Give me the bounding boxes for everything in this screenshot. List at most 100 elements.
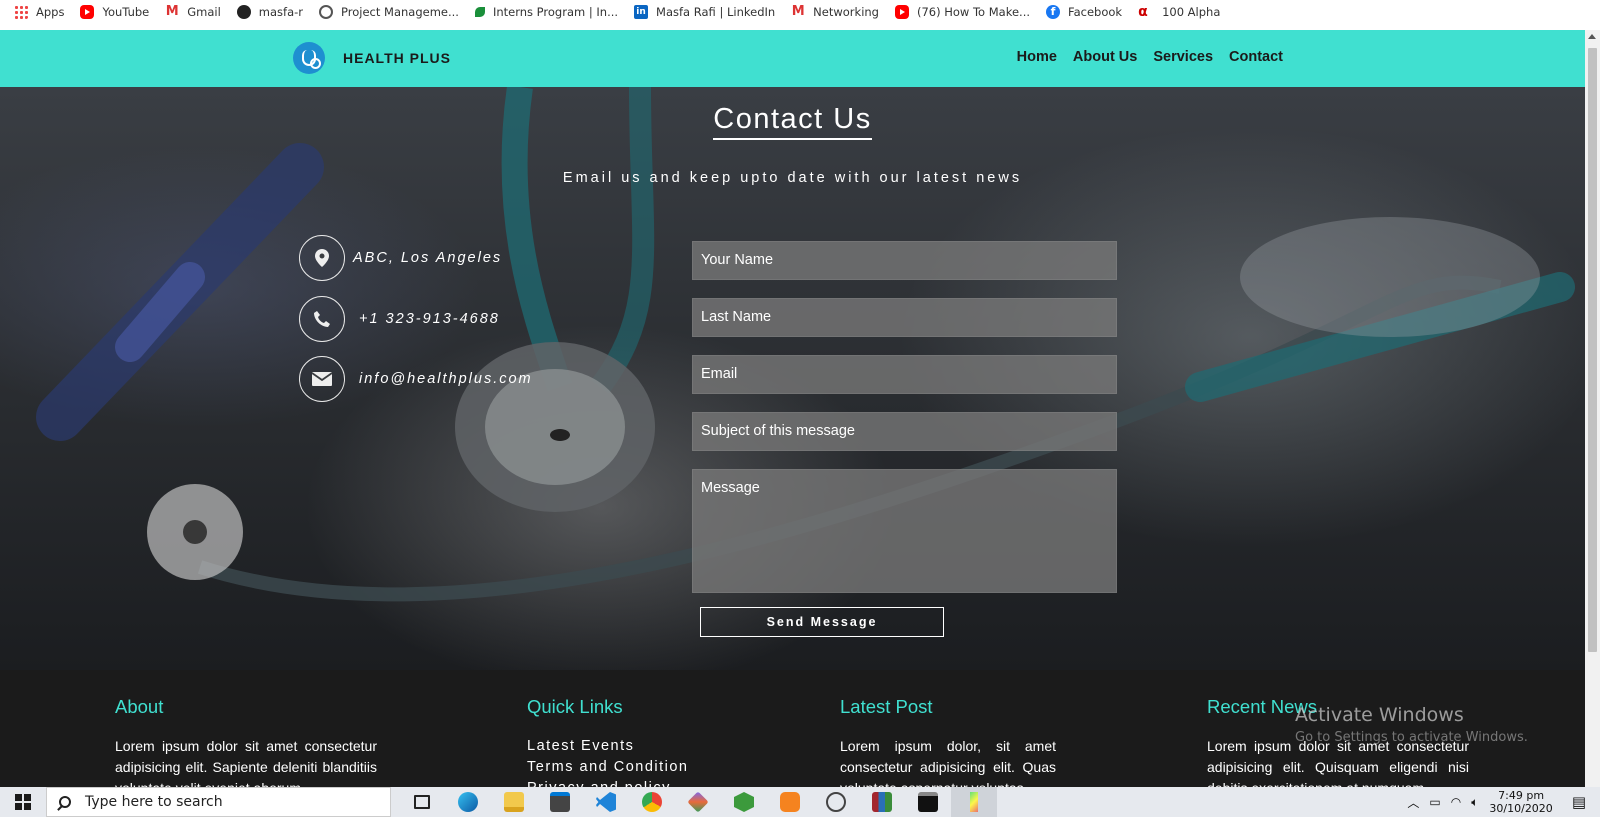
footer-about-text: Lorem ipsum dolor sit amet consectetur a…: [115, 738, 377, 787]
footer-about-heading: About: [115, 696, 164, 717]
notification-icon[interactable]: ▤: [1572, 793, 1586, 811]
vscode-icon[interactable]: [583, 787, 629, 817]
windows-logo-icon: [15, 794, 31, 810]
bookmark-label: Networking: [813, 5, 879, 19]
email-field[interactable]: Email: [692, 355, 1117, 394]
alpha-icon: α: [1138, 4, 1148, 20]
bookmark-github[interactable]: masfa-r: [236, 5, 303, 19]
bookmark-linkedin[interactable]: in Masfa Rafi | LinkedIn: [634, 5, 775, 19]
windows-taskbar: Type here to search ︿ ▭ ◠ 🔈︎ 7:49 pm 30/…: [0, 787, 1600, 817]
contact-heading: Contact Us: [0, 103, 1585, 140]
footer-link-terms[interactable]: Terms and Condition: [527, 757, 767, 778]
contact-title: Contact Us: [713, 103, 872, 140]
footer-link-privacy[interactable]: Privacy and policy: [527, 778, 767, 787]
bookmark-apps[interactable]: Apps: [14, 5, 64, 19]
taskbar-search-box[interactable]: Type here to search: [46, 787, 391, 817]
github-icon: [236, 5, 251, 19]
footer-quick-links: Quick Links Latest Events Terms and Cond…: [527, 696, 767, 787]
bookmarks-bar: Apps YouTube M Gmail masfa-r Project Mana…: [0, 0, 1600, 24]
clock-time: 7:49 pm: [1498, 789, 1545, 802]
taskbar-search-placeholder: Type here to search: [85, 794, 223, 810]
nodejs-icon[interactable]: [721, 787, 767, 817]
send-message-button[interactable]: Send Message: [700, 607, 944, 637]
terminal-icon[interactable]: [905, 787, 951, 817]
footer-latest-post-heading: Latest Post: [840, 696, 933, 717]
bookmark-label: Masfa Rafi | LinkedIn: [656, 5, 776, 19]
nav-link-about-us[interactable]: About Us: [1073, 49, 1137, 65]
last-name-field[interactable]: Last Name: [692, 298, 1117, 337]
apps-grid-icon: [14, 5, 28, 19]
message-textarea[interactable]: Message: [692, 469, 1117, 593]
brand-name[interactable]: HEALTH PLUS: [343, 50, 451, 66]
gmail-icon: M: [165, 4, 179, 19]
bookmark-interns-program[interactable]: Interns Program | In...: [474, 5, 619, 19]
envelope-icon: [299, 356, 345, 402]
bookmark-label: Gmail: [187, 5, 221, 19]
bookmark-networking[interactable]: M Networking: [791, 4, 879, 20]
bookmark-gmail[interactable]: M Gmail: [165, 4, 221, 20]
phone-text: +1 323-913-4688: [359, 311, 500, 327]
activate-windows-watermark: Activate Windows: [1295, 704, 1464, 726]
email-info: info@healthplus.com: [299, 356, 533, 402]
nav-link-services[interactable]: Services: [1153, 49, 1213, 65]
store-icon[interactable]: [537, 787, 583, 817]
footer: About Lorem ipsum dolor sit amet consect…: [0, 670, 1585, 787]
youtube-icon: [894, 5, 909, 19]
bookmark-label: YouTube: [102, 5, 150, 19]
scrollbar-thumb[interactable]: [1588, 48, 1597, 652]
gmail-icon: M: [791, 4, 805, 19]
nav-link-home[interactable]: Home: [1017, 49, 1057, 65]
start-button[interactable]: [0, 787, 46, 817]
edge-icon[interactable]: [445, 787, 491, 817]
clock[interactable]: 7:49 pm 30/10/2020: [1489, 789, 1552, 815]
footer-latest-post-text: Lorem ipsum dolor, sit amet consectetur …: [840, 738, 1056, 787]
obs-icon[interactable]: [813, 787, 859, 817]
bookmark-label: Apps: [36, 5, 65, 19]
activate-windows-hint: Go to Settings to activate Windows.: [1295, 730, 1528, 745]
bookmark-facebook[interactable]: f Facebook: [1046, 5, 1122, 19]
scroll-up-arrow-icon[interactable]: [1588, 34, 1596, 39]
linkedin-icon: in: [634, 5, 649, 19]
contact-section: Contact Us Email us and keep upto date w…: [0, 87, 1585, 670]
bookmark-label: Facebook: [1068, 5, 1123, 19]
taskbar-apps: [399, 787, 997, 817]
footer-about: About Lorem ipsum dolor sit amet consect…: [115, 696, 377, 787]
volume-icon[interactable]: 🔈︎: [1471, 795, 1478, 810]
bookmark-youtube[interactable]: YouTube: [80, 5, 149, 19]
phone-icon: [299, 296, 345, 342]
interns-icon: [474, 7, 485, 17]
file-explorer-icon[interactable]: [491, 787, 537, 817]
system-tray: ︿ ▭ ◠ 🔈︎ 7:49 pm 30/10/2020 ▤: [1402, 787, 1600, 817]
address-info: ABC, Los Angeles: [299, 235, 502, 281]
git-icon[interactable]: [675, 787, 721, 817]
first-name-field[interactable]: Your Name: [692, 241, 1117, 280]
map-marker-icon: [299, 235, 345, 281]
subject-field[interactable]: Subject of this message: [692, 412, 1117, 451]
pycharm-icon[interactable]: [951, 787, 997, 817]
phone-info: +1 323-913-4688: [299, 296, 500, 342]
nav-link-contact[interactable]: Contact: [1229, 49, 1283, 65]
search-icon: [59, 796, 71, 808]
chrome-icon[interactable]: [629, 787, 675, 817]
page-scrollbar[interactable]: [1585, 30, 1600, 787]
wifi-icon[interactable]: ◠: [1451, 795, 1461, 809]
stethoscope-logo-icon[interactable]: [293, 42, 325, 74]
xampp-icon[interactable]: [767, 787, 813, 817]
bookmark-100-alpha[interactable]: α 100 Alpha: [1138, 5, 1220, 19]
bookmark-label: Interns Program | In...: [492, 5, 619, 19]
footer-quick-links-heading: Quick Links: [527, 696, 623, 717]
address-text: ABC, Los Angeles: [353, 250, 503, 266]
youtube-icon: [80, 5, 95, 19]
bookmark-label: Project Manageme...: [341, 5, 459, 19]
bookmark-youtube-video[interactable]: (76) How To Make...: [894, 5, 1030, 19]
bookmark-label: 100 Alpha: [1162, 5, 1221, 19]
battery-icon[interactable]: ▭: [1429, 795, 1440, 809]
clock-date: 30/10/2020: [1489, 802, 1553, 815]
bookmark-project-management[interactable]: Project Manageme...: [319, 5, 459, 19]
task-view-icon[interactable]: [399, 787, 445, 817]
email-text: info@healthplus.com: [359, 371, 533, 387]
chevron-up-icon[interactable]: ︿: [1407, 794, 1419, 811]
footer-link-latest-events[interactable]: Latest Events: [527, 736, 767, 757]
nav-links: Home About Us Services Contact: [1017, 49, 1283, 65]
winrar-icon[interactable]: [859, 787, 905, 817]
